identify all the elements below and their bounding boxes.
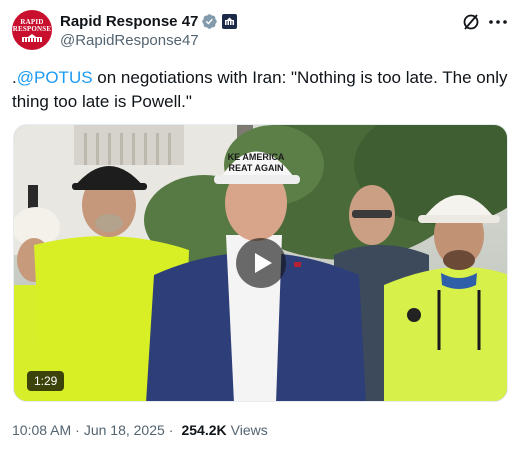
play-button[interactable] — [236, 238, 286, 288]
grok-icon[interactable] — [461, 12, 481, 32]
meta-separator-2: · — [168, 422, 174, 438]
white-house-logo — [22, 34, 42, 42]
government-affiliation-icon[interactable] — [222, 13, 238, 29]
views-count[interactable]: 254.2K — [181, 422, 226, 438]
author-handle[interactable]: @RapidResponse47 — [60, 32, 237, 49]
tweet-text: .@POTUS on negotiations with Iran: "Noth… — [12, 66, 509, 114]
author-names: Rapid Response 47 @RapidResponse47 — [60, 11, 238, 49]
verified-badge-icon[interactable] — [201, 13, 218, 30]
more-options-icon[interactable] — [487, 12, 509, 32]
avatar-text-line-2: RESPONSE — [12, 25, 52, 33]
display-name-row: Rapid Response 47 — [60, 11, 238, 31]
hat-text-line-2: REAT AGAIN — [229, 163, 284, 173]
avatar-text: RAPID RESPONSE — [12, 19, 52, 33]
mention-link[interactable]: @POTUS — [17, 68, 93, 87]
tweet-date[interactable]: Jun 18, 2025 — [84, 422, 165, 438]
avatar[interactable]: RAPID RESPONSE — [12, 10, 52, 50]
tweet-meta: 10:08 AM · Jun 18, 2025 · 254.2K Views — [12, 422, 268, 438]
play-icon — [255, 253, 272, 273]
video-player[interactable]: KE AMERICA REAT AGAIN 1:29 — [13, 124, 508, 402]
tweet-header: RAPID RESPONSE Rapid Response 47 @RapidR… — [12, 10, 509, 52]
meta-separator: · — [75, 422, 80, 438]
hat-text-line-1: KE AMERICA — [228, 152, 285, 162]
video-duration: 1:29 — [27, 371, 65, 391]
tweet-time[interactable]: 10:08 AM — [12, 422, 71, 438]
display-name[interactable]: Rapid Response 47 — [60, 13, 198, 30]
views-label: Views — [230, 422, 268, 438]
